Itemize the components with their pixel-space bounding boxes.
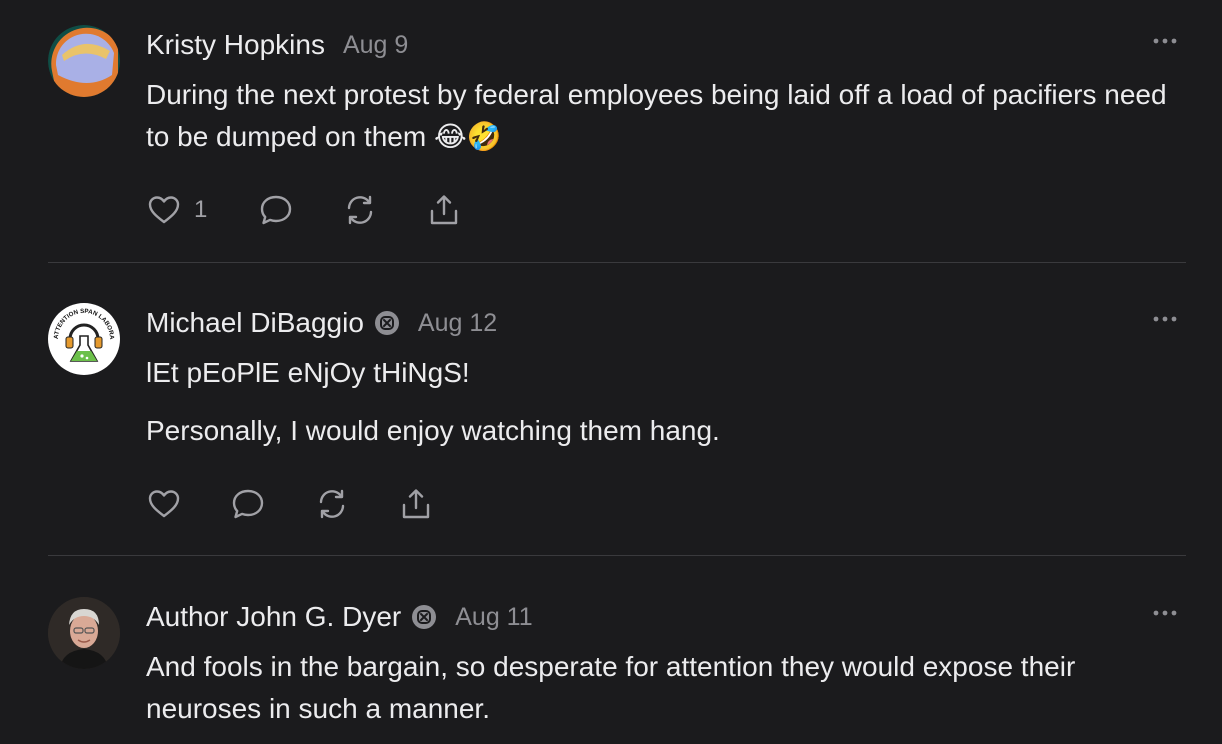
divider: [48, 555, 1186, 556]
comment-paragraph: Personally, I would enjoy watching them …: [146, 415, 720, 446]
like-count: 1: [194, 196, 208, 223]
share-icon: [430, 195, 458, 225]
comment-body: Author John G. Dyer Aug 11 And fools in …: [146, 597, 1186, 730]
avatar[interactable]: [48, 597, 120, 669]
share-icon: [402, 489, 430, 519]
heart-icon: [148, 196, 180, 224]
comment-body: Michael DiBaggio Aug 12 lEt pEoPlE eNjOy…: [146, 303, 1186, 524]
comment-header: Author John G. Dyer Aug 11: [146, 597, 1186, 637]
badge-icon: [412, 605, 437, 629]
comment-item: ATTENTION SPAN LABORATORIES Michael DiBa…: [48, 303, 1186, 523]
like-button[interactable]: 1: [146, 190, 258, 230]
divider: [48, 262, 1186, 263]
author-name[interactable]: Author John G. Dyer: [146, 601, 401, 633]
comment-date[interactable]: Aug 12: [418, 309, 497, 338]
comment-paragraph: During the next protest by federal emplo…: [146, 79, 1167, 152]
action-bar: 1: [146, 190, 1186, 230]
restack-icon: [319, 489, 345, 519]
comment-feed: Kristy Hopkins Aug 9 During the next pro…: [0, 0, 1222, 744]
badge-icon: [374, 311, 399, 335]
comment-paragraph: And fools in the bargain, so desperate f…: [146, 651, 1076, 724]
comment-date[interactable]: Aug 9: [343, 31, 408, 60]
like-button[interactable]: [146, 484, 230, 524]
comment-item: Author John G. Dyer Aug 11 And fools in …: [48, 597, 1186, 744]
more-icon[interactable]: [1152, 315, 1178, 323]
reply-button[interactable]: [230, 484, 314, 524]
lab-logo-image: ATTENTION SPAN LABORATORIES: [48, 303, 119, 374]
action-bar: [146, 484, 1186, 524]
comment-date[interactable]: Aug 11: [455, 603, 532, 632]
restack-button[interactable]: [314, 484, 398, 524]
avatar-gradient-image: [48, 25, 120, 97]
comment-icon: [232, 489, 264, 519]
more-icon[interactable]: [1152, 609, 1178, 617]
heart-icon: [148, 490, 180, 518]
more-icon[interactable]: [1152, 37, 1178, 45]
author-name[interactable]: Kristy Hopkins: [146, 29, 325, 61]
avatar[interactable]: [48, 25, 120, 97]
comment-header: Kristy Hopkins Aug 9: [146, 25, 1186, 65]
user-photo-image: [48, 597, 120, 669]
comment-header: Michael DiBaggio Aug 12: [146, 303, 1186, 343]
comment-text: lEt pEoPlE eNjOy tHiNgS! Personally, I w…: [146, 352, 1186, 452]
author-name[interactable]: Michael DiBaggio: [146, 307, 364, 339]
restack-icon: [347, 195, 373, 225]
comment-item: Kristy Hopkins Aug 9 During the next pro…: [48, 25, 1186, 225]
share-button[interactable]: [426, 190, 510, 230]
comment-text: During the next protest by federal emplo…: [146, 74, 1186, 158]
comment-paragraph: lEt pEoPlE eNjOy tHiNgS!: [146, 357, 470, 388]
comment-text: And fools in the bargain, so desperate f…: [146, 646, 1186, 730]
comment-body: Kristy Hopkins Aug 9 During the next pro…: [146, 25, 1186, 230]
share-button[interactable]: [398, 484, 482, 524]
comment-icon: [260, 195, 292, 225]
reply-button[interactable]: [258, 190, 342, 230]
avatar[interactable]: ATTENTION SPAN LABORATORIES: [48, 303, 120, 375]
restack-button[interactable]: [342, 190, 426, 230]
